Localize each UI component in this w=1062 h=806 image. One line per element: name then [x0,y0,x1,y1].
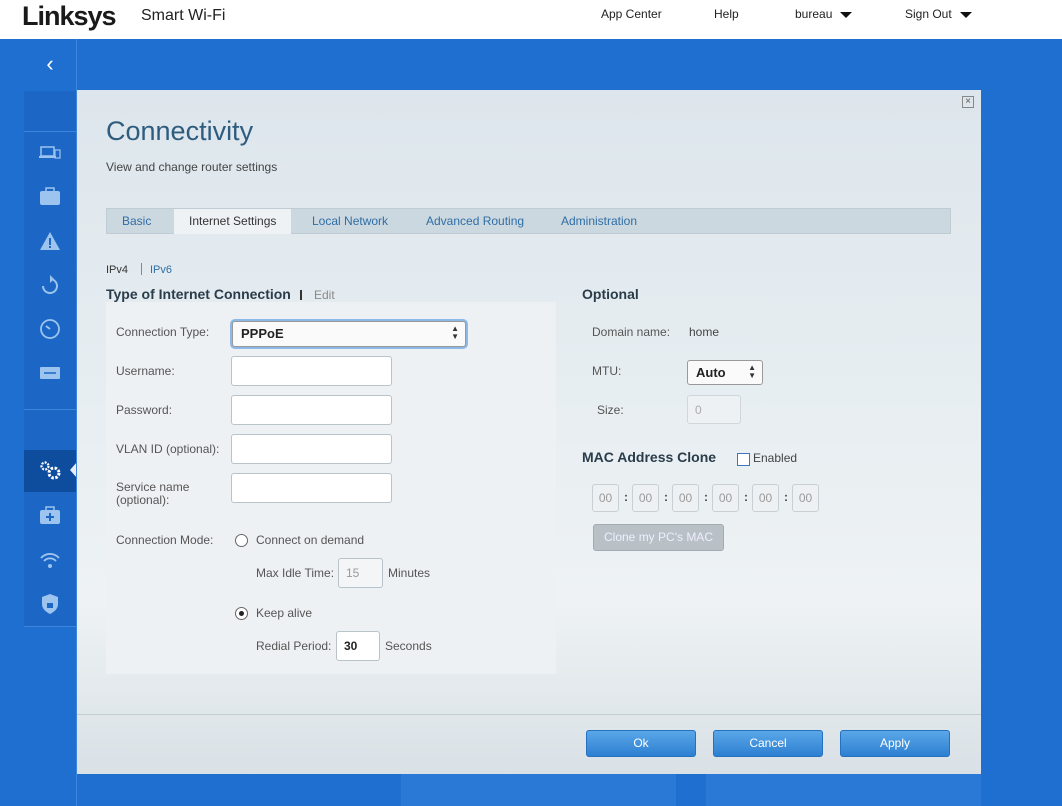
connection-mode-label: Connection Mode: [116,533,214,547]
divider [141,263,142,275]
mac-octet-input[interactable]: 00 [752,484,779,512]
max-idle-input[interactable]: 15 [338,558,383,588]
sign-out-menu[interactable]: Sign Out [905,7,972,21]
connect-on-demand-radio[interactable] [235,534,248,547]
mtu-label: MTU: [592,364,622,378]
tab-advanced-routing[interactable]: Advanced Routing [426,209,524,234]
user-menu[interactable]: bureau [795,7,853,21]
ipv4-link[interactable]: IPv4 [106,264,128,276]
devices-icon[interactable] [39,142,61,164]
optional-heading: Optional [582,286,639,302]
linksys-logo[interactable]: Linksys [22,1,117,32]
user-name: bureau [795,7,833,21]
back-arrow-icon[interactable]: ‹ [24,39,76,91]
wireless-icon[interactable] [39,549,61,571]
product-name: Smart Wi-Fi [141,7,226,24]
troubleshooting-icon[interactable] [39,505,61,527]
mac-clone-checkbox[interactable] [737,453,750,466]
alert-triangle-icon[interactable] [39,230,61,252]
seconds-label: Seconds [385,639,432,653]
mac-octet-input[interactable]: 00 [792,484,819,512]
sidebar: ‹ [24,39,77,627]
mac-clone-heading: MAC Address Clone [582,449,717,465]
close-icon[interactable]: × [962,96,974,108]
ipv6-link[interactable]: IPv6 [150,264,172,276]
edit-link[interactable]: Edit [314,288,335,302]
chevron-down-icon [959,11,972,18]
select-arrows-icon: ▲ ▼ [451,324,459,341]
select-arrows-icon: ▲ ▼ [748,363,756,380]
service-name-label: Service name (optional): [116,481,189,507]
vlan-input[interactable] [231,434,392,464]
mac-separator: : [704,490,708,504]
connection-type-select[interactable]: PPPoE ▲ ▼ [232,321,466,347]
size-input[interactable]: 0 [687,395,741,424]
username-label: Username: [116,364,175,378]
connect-on-demand-label: Connect on demand [256,533,365,547]
tab-basic[interactable]: Basic [122,209,151,234]
clone-mac-button[interactable]: Clone my PC's MAC [593,524,724,551]
tab-administration[interactable]: Administration [561,209,637,234]
tab-internet-settings[interactable]: Internet Settings [174,209,292,234]
update-icon[interactable] [39,274,61,296]
connection-type-label: Connection Type: [116,325,210,339]
background-panel [706,774,981,806]
keep-alive-label: Keep alive [256,606,313,620]
mac-octet-input[interactable]: 00 [632,484,659,512]
page-subtitle: View and change router settings [106,160,278,174]
chevron-down-icon [840,11,853,18]
redial-period-input[interactable]: 30 [336,631,380,661]
divider [300,290,302,300]
security-shield-icon[interactable] [39,593,61,615]
usb-storage-icon[interactable] [39,362,61,384]
top-bar: Linksys Smart Wi-Fi App Center Help bure… [0,0,1062,39]
service-name-input[interactable] [231,473,392,503]
help-link[interactable]: Help [714,7,739,21]
mac-octet-input[interactable]: 00 [672,484,699,512]
mtu-value: Auto [696,365,726,380]
username-input[interactable] [231,356,392,386]
ok-button[interactable]: Ok [586,730,696,757]
sign-out-label: Sign Out [905,7,952,21]
connectivity-dialog: × Connectivity View and change router se… [77,90,981,774]
footer-divider [77,714,981,715]
mac-separator: : [744,490,748,504]
service-name-label-line2: (optional): [116,493,170,507]
domain-name-label: Domain name: [592,325,671,339]
password-input[interactable] [231,395,392,425]
mac-separator: : [624,490,628,504]
apply-button[interactable]: Apply [840,730,950,757]
gear-icon [39,460,61,482]
app-center-link[interactable]: App Center [601,7,662,21]
keep-alive-radio[interactable] [235,607,248,620]
tab-bar: Basic Internet Settings Local Network Ad… [106,208,951,234]
sidebar-divider [24,626,76,627]
sidebar-divider [24,131,76,132]
connection-type-value: PPPoE [241,326,284,341]
service-name-label-line1: Service name [116,480,190,494]
redial-period-label: Redial Period: [256,639,332,653]
cancel-button[interactable]: Cancel [713,730,823,757]
domain-name-value: home [689,325,720,339]
minutes-label: Minutes [388,566,431,580]
max-idle-label: Max Idle Time: [256,566,335,580]
mtu-select[interactable]: Auto ▲ ▼ [687,360,763,385]
connection-type-heading: Type of Internet Connection [106,286,291,302]
guest-access-icon[interactable] [39,186,61,208]
mac-octet-input[interactable]: 00 [592,484,619,512]
sidebar-divider [24,409,76,410]
size-label: Size: [597,403,624,417]
page-title: Connectivity [106,116,254,146]
speed-test-icon[interactable] [39,318,61,340]
background-panel [401,774,676,806]
mac-octet-input[interactable]: 00 [712,484,739,512]
password-label: Password: [116,403,173,417]
mac-clone-enabled-label: Enabled [753,451,798,465]
vlan-label: VLAN ID (optional): [116,442,220,456]
mac-separator: : [784,490,788,504]
mac-separator: : [664,490,668,504]
tab-local-network[interactable]: Local Network [312,209,388,234]
